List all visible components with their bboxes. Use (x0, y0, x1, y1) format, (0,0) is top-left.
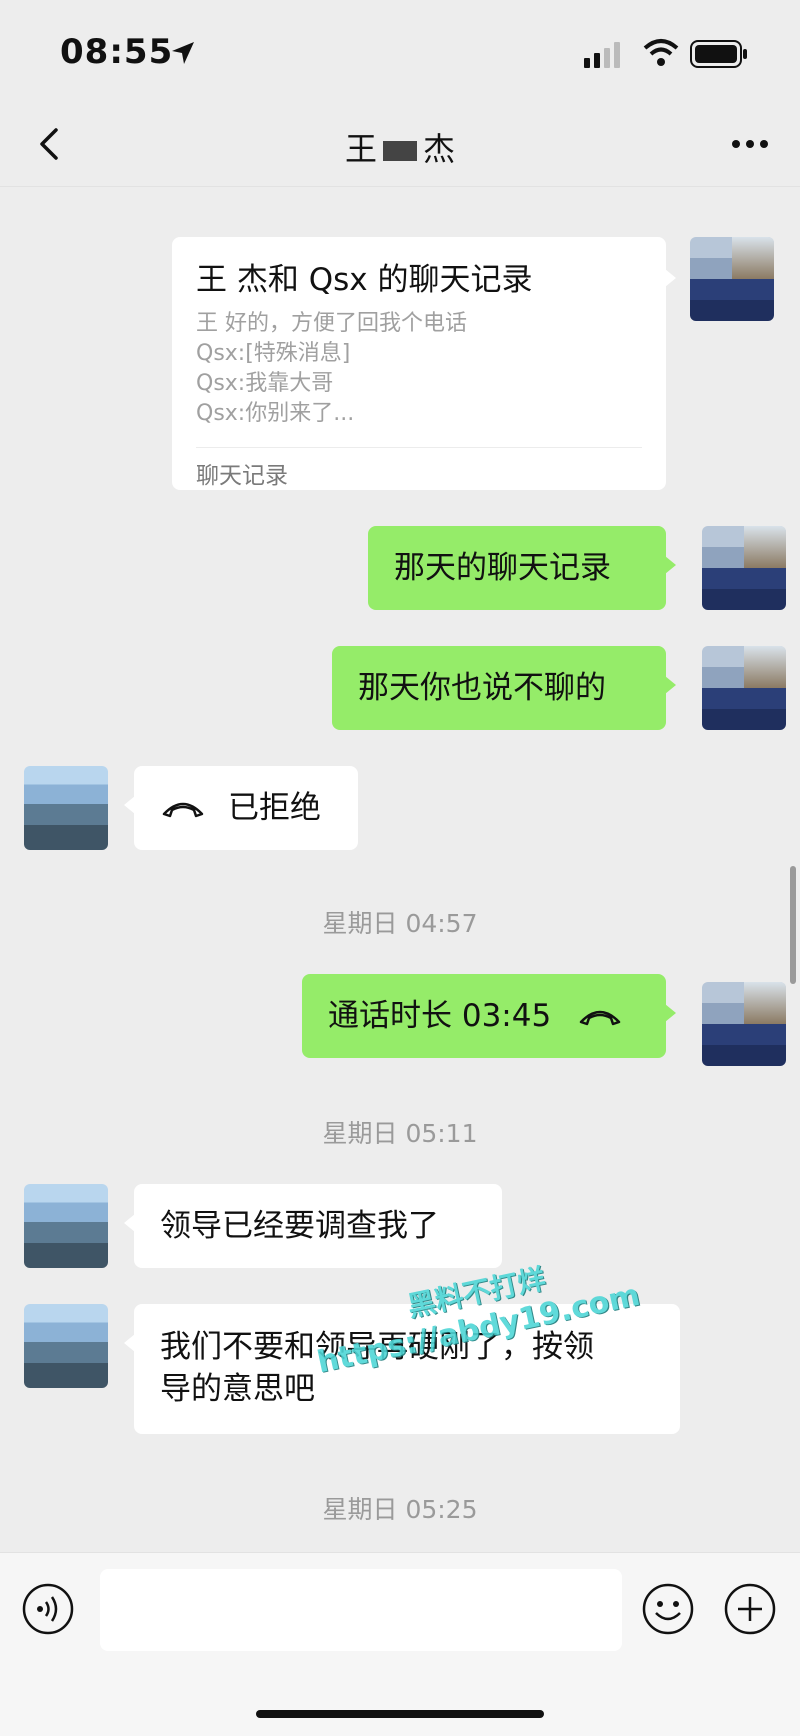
message-bubble[interactable]: 领导已经要调查我了 (124, 1184, 502, 1268)
signal-icon (584, 42, 620, 68)
voice-icon[interactable] (22, 1583, 74, 1635)
title-mask (383, 141, 417, 161)
message-input[interactable] (100, 1569, 622, 1651)
timestamp: 星期日 05:11 (322, 1119, 478, 1148)
chat-record-title: 王 杰和 Qsx 的聊天记录 (196, 262, 533, 298)
title-part-left: 王 (344, 130, 377, 168)
avatar[interactable] (24, 766, 108, 850)
chat-record-footer: 聊天记录 (196, 463, 288, 489)
chat-record-line: Qsx:我靠大哥 (196, 371, 334, 396)
chat-header: 王杰 (0, 110, 800, 187)
avatar[interactable] (24, 1184, 108, 1268)
call-icon (579, 1010, 621, 1026)
chat-record-card[interactable]: 王 杰和 Qsx 的聊天记录 王 好的，方便了回我个电话 Qsx:[特殊消息] … (172, 237, 676, 490)
chat-record-line: Qsx:[特殊消息] (196, 341, 351, 366)
chat-title: 王杰 (0, 124, 800, 170)
call-icon (162, 802, 204, 818)
call-status-text: 已拒绝 (228, 790, 321, 826)
avatar[interactable] (24, 1304, 108, 1388)
message-bubble[interactable]: 那天你也说不聊的 (332, 646, 676, 730)
location-icon (172, 42, 194, 64)
divider (196, 447, 642, 448)
timestamp: 星期日 04:57 (322, 909, 478, 938)
message-text: 那天的聊天记录 (394, 550, 611, 586)
home-indicator[interactable] (256, 1710, 544, 1718)
scrollbar[interactable] (790, 866, 796, 984)
chat-record-line: 王 好的，方便了回我个电话 (196, 311, 467, 336)
more-icon[interactable] (728, 124, 772, 164)
chat-record-preview: 王 好的，方便了回我个电话 Qsx:[特殊消息] Qsx:我靠大哥 Qsx:你别… (196, 309, 642, 429)
call-bubble[interactable]: 已拒绝 (124, 766, 358, 850)
battery-icon (690, 40, 747, 68)
wifi-icon (643, 39, 679, 66)
message-bubble[interactable]: 那天的聊天记录 (368, 526, 676, 610)
status-time: 08:55 (60, 32, 174, 72)
timestamp: 星期日 05:25 (322, 1495, 478, 1524)
status-bar: 08:55 (0, 0, 800, 110)
message-text: 导的意思吧 (160, 1371, 315, 1407)
title-part-right: 杰 (423, 130, 456, 168)
plus-icon[interactable] (724, 1583, 776, 1635)
call-duration-text: 通话时长 03:45 (328, 998, 552, 1034)
avatar[interactable] (702, 982, 786, 1066)
avatar[interactable] (702, 526, 786, 610)
chat-record-line: Qsx:你别来了... (196, 401, 355, 426)
message-text: 领导已经要调查我了 (160, 1208, 439, 1244)
avatar[interactable] (702, 646, 786, 730)
avatar[interactable] (690, 237, 774, 321)
message-text: 那天你也说不聊的 (358, 670, 606, 706)
input-bar (0, 1552, 800, 1736)
emoji-icon[interactable] (642, 1583, 694, 1635)
call-bubble[interactable]: 通话时长 03:45 (302, 974, 676, 1058)
